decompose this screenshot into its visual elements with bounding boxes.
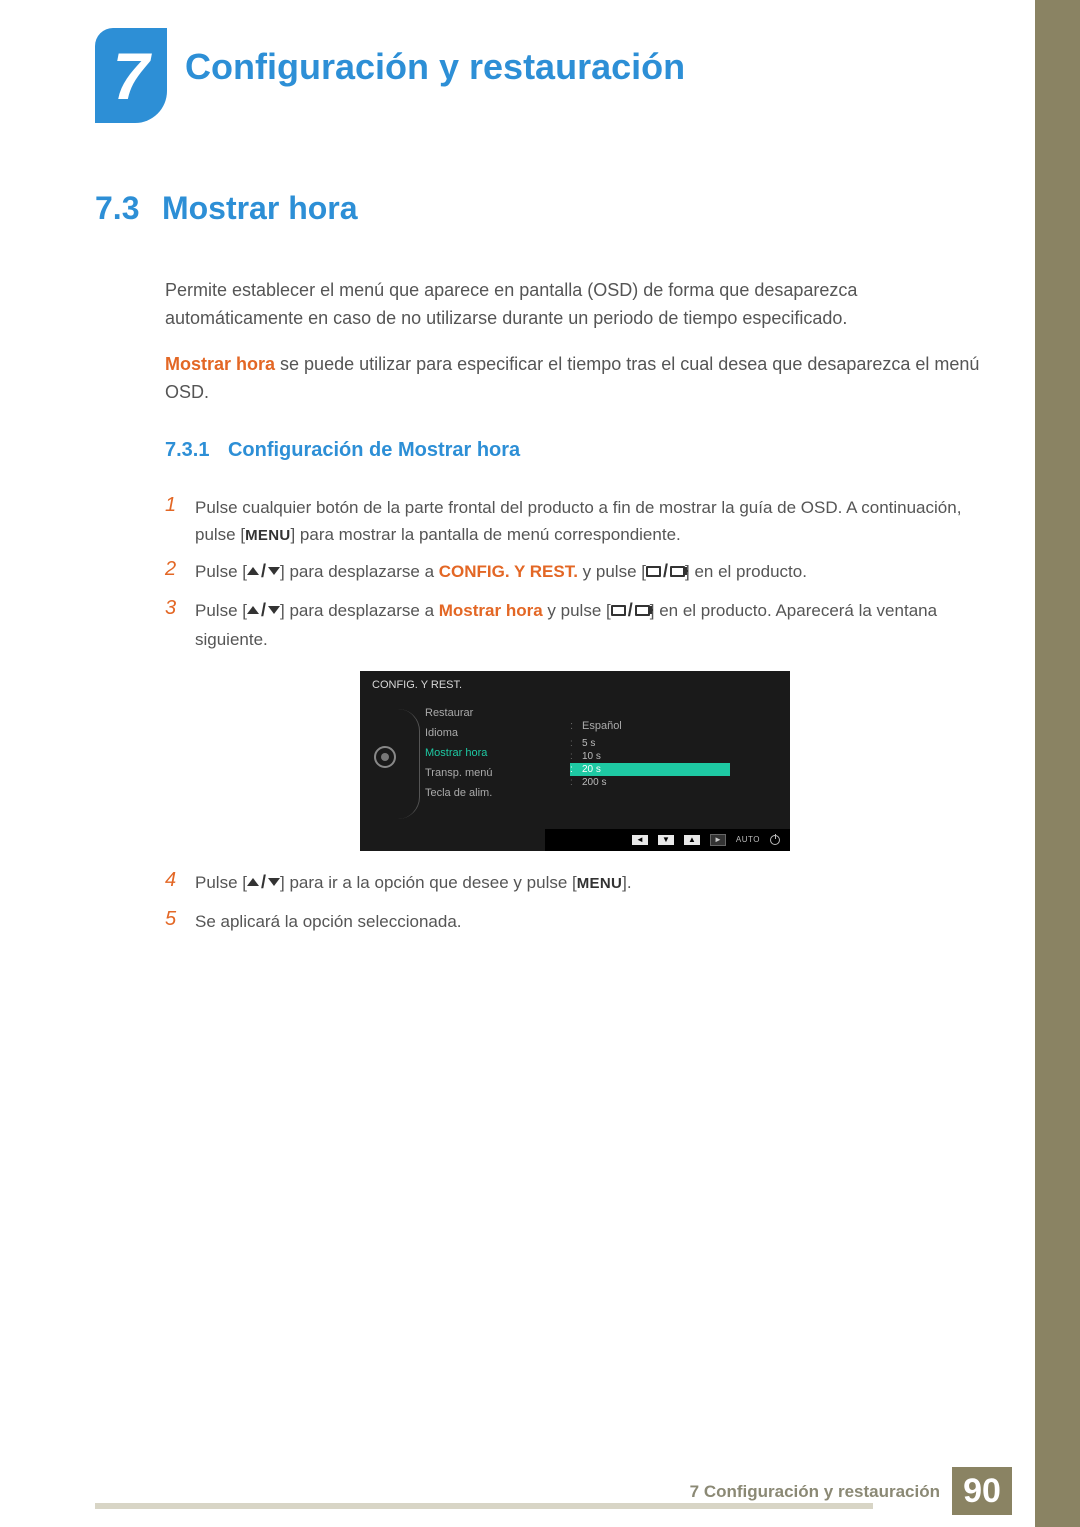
chapter-title: Configuración y restauración — [185, 46, 685, 88]
step-fragment: Pulse [ — [195, 601, 247, 620]
nav-right-icon: ► — [710, 834, 726, 846]
osd-spacer — [570, 699, 760, 717]
up-down-icon: / — [247, 557, 280, 586]
osd-item-power-key: Tecla de alim. — [425, 783, 545, 803]
chapter-header: 7 Configuración y restauración — [95, 28, 685, 123]
step-text: Pulse [/] para desplazarse a CONFIG. Y R… — [195, 558, 985, 587]
up-down-icon: / — [247, 596, 280, 625]
nav-left-icon: ◄ — [632, 835, 648, 845]
step-fragment: Pulse [ — [195, 562, 247, 581]
osd-left-decoration — [370, 701, 415, 821]
osd-option-200s: :200 s — [570, 776, 760, 789]
step-fragment: y pulse [ — [543, 601, 611, 620]
step-text: Pulse cualquier botón de la parte fronta… — [195, 494, 985, 548]
osd-screenshot: CONFIG. Y REST. Restaurar Idioma Mostrar… — [360, 671, 790, 851]
step-target: Mostrar hora — [439, 601, 543, 620]
intro-rest: se puede utilizar para especificar el ti… — [165, 354, 979, 402]
intro-paragraph-1: Permite establecer el menú que aparece e… — [165, 277, 985, 333]
osd-item-display-time: Mostrar hora — [425, 743, 545, 763]
settings-dial-icon — [374, 746, 396, 768]
step-4: 4 Pulse [/] para ir a la opción que dese… — [165, 869, 985, 898]
osd-options: :5 s :10 s :20 s :200 s — [570, 737, 760, 789]
source-enter-icon: / — [646, 557, 685, 586]
power-icon — [770, 835, 780, 845]
nav-up-icon: ▲ — [684, 835, 700, 845]
subsection-number: 7.3.1 — [165, 439, 209, 461]
section-number: 7.3 — [95, 190, 139, 227]
step-fragment: ] en el producto. — [685, 562, 807, 581]
step-fragment: ] para desplazarse a — [280, 601, 439, 620]
auto-label: AUTO — [736, 835, 760, 844]
step-text: Pulse [/] para desplazarse a Mostrar hor… — [195, 597, 985, 653]
source-enter-icon: / — [611, 596, 650, 625]
page-number: 90 — [952, 1467, 1012, 1515]
step-fragment: ] para ir a la opción que desee y pulse … — [280, 873, 577, 892]
intro-text: Permite establecer el menú que aparece e… — [165, 277, 985, 407]
step-2: 2 Pulse [/] para desplazarse a CONFIG. Y… — [165, 558, 985, 587]
step-5: 5 Se aplicará la opción seleccionada. — [165, 908, 985, 935]
osd-panel: CONFIG. Y REST. Restaurar Idioma Mostrar… — [360, 671, 790, 851]
osd-option-text: 20 s — [582, 764, 601, 775]
footer-text: 7 Configuración y restauración — [690, 1482, 940, 1502]
section-heading: 7.3 Mostrar hora — [95, 190, 985, 227]
step-number: 2 — [165, 558, 195, 581]
osd-option-10s: :10 s — [570, 750, 760, 763]
step-1: 1 Pulse cualquier botón de la parte fron… — [165, 494, 985, 548]
osd-item-restore: Restaurar — [425, 703, 545, 723]
nav-down-icon: ▼ — [658, 835, 674, 845]
arc-decoration — [398, 709, 420, 819]
osd-menu-list: Restaurar Idioma Mostrar hora Transp. me… — [425, 703, 545, 803]
osd-values: :Español :5 s :10 s :20 s :200 s — [570, 699, 760, 789]
step-number: 4 — [165, 869, 195, 892]
section-title: Mostrar hora — [162, 190, 358, 227]
side-accent-bar — [1035, 0, 1080, 1527]
subsection-heading: 7.3.1 Configuración de Mostrar hora — [165, 439, 985, 462]
intro-paragraph-2: Mostrar hora se puede utilizar para espe… — [165, 351, 985, 407]
step-target: CONFIG. Y REST. — [439, 562, 578, 581]
step-fragment: ] para desplazarse a — [280, 562, 439, 581]
osd-option-text: 5 s — [582, 738, 595, 749]
step-3: 3 Pulse [/] para desplazarse a Mostrar h… — [165, 597, 985, 653]
steps-list: 1 Pulse cualquier botón de la parte fron… — [165, 494, 985, 935]
step-text: Pulse [/] para ir a la opción que desee … — [195, 869, 985, 898]
page-content: 7.3 Mostrar hora Permite establecer el m… — [95, 190, 985, 945]
page-footer: 7 Configuración y restauración 90 — [0, 1467, 1080, 1527]
menu-button-label: MENU — [245, 527, 290, 544]
up-down-icon: / — [247, 868, 280, 897]
step-number: 3 — [165, 597, 195, 620]
subsection-title: Configuración de Mostrar hora — [228, 439, 520, 461]
osd-item-language: Idioma — [425, 723, 545, 743]
step-text: Se aplicará la opción seleccionada. — [195, 908, 985, 935]
osd-bottom-bar: ◄ ▼ ▲ ► AUTO — [545, 829, 790, 851]
osd-option-20s-selected: :20 s — [570, 763, 730, 776]
chapter-number-tab: 7 — [95, 28, 167, 123]
step-fragment: ] para mostrar la pantalla de menú corre… — [290, 525, 680, 544]
footer-stripe — [95, 1503, 873, 1509]
menu-button-label: MENU — [577, 875, 622, 892]
osd-language-value: :Español — [570, 717, 760, 735]
step-fragment: Pulse [ — [195, 873, 247, 892]
osd-option-5s: :5 s — [570, 737, 760, 750]
step-number: 5 — [165, 908, 195, 931]
intro-strong: Mostrar hora — [165, 354, 275, 374]
osd-title: CONFIG. Y REST. — [372, 679, 462, 691]
step-number: 1 — [165, 494, 195, 517]
osd-value-text: Español — [582, 720, 622, 732]
step-fragment: y pulse [ — [578, 562, 646, 581]
osd-option-text: 200 s — [582, 777, 606, 788]
osd-option-text: 10 s — [582, 751, 601, 762]
step-fragment: ]. — [622, 873, 631, 892]
osd-item-transparency: Transp. menú — [425, 763, 545, 783]
